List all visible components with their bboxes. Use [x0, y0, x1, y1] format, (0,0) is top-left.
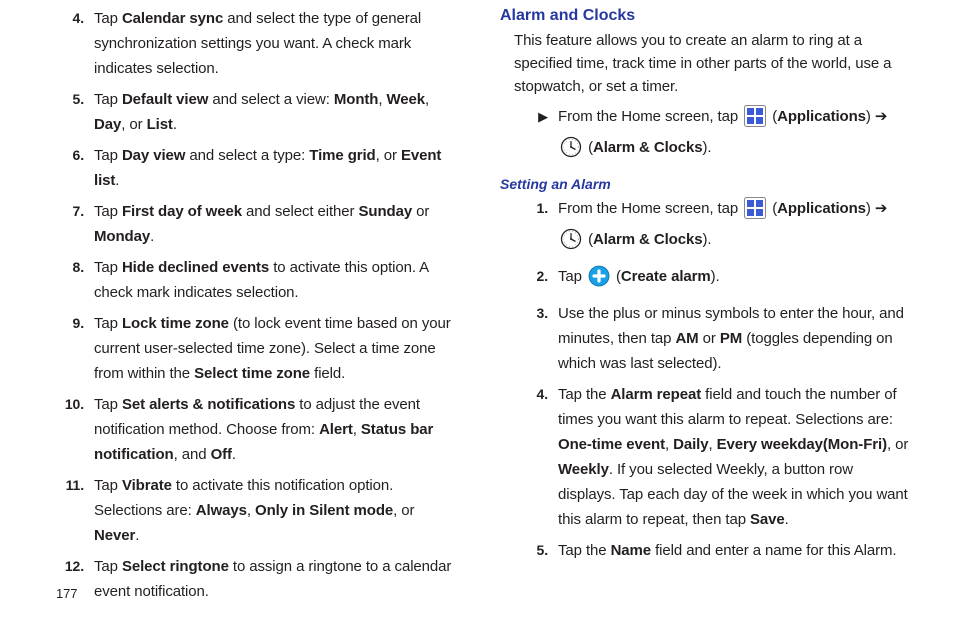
- top-step-body: From the Home screen, tap (Applications)…: [558, 104, 910, 166]
- list-item: 11.Tap Vibrate to activate this notifica…: [50, 473, 460, 548]
- bold-term: Hide declined events: [122, 259, 269, 276]
- bold-term: Monday: [94, 228, 150, 245]
- list-item: 12.Tap Select ringtone to assign a ringt…: [50, 554, 460, 604]
- right-column: Alarm and Clocks This feature allows you…: [500, 6, 910, 610]
- bold-term: Sunday: [358, 203, 412, 220]
- bold-term: Applications: [777, 200, 866, 217]
- bold-term: PM: [720, 330, 742, 347]
- bold-term: Set alerts & notifications: [122, 396, 295, 413]
- list-body: Tap Set alerts & notifications to adjust…: [94, 392, 460, 467]
- list-number: 7.: [50, 199, 94, 224]
- bold-term: Vibrate: [122, 477, 172, 494]
- list-number: 12.: [50, 554, 94, 579]
- bold-term: Status bar notification: [94, 421, 433, 463]
- list-item: 5.Tap Default view and select a view: Mo…: [50, 87, 460, 137]
- list-number: 2.: [514, 264, 558, 289]
- list-item: 8.Tap Hide declined events to activate t…: [50, 255, 460, 305]
- bold-term: Day: [94, 116, 121, 133]
- list-item: 3.Use the plus or minus symbols to enter…: [514, 301, 910, 376]
- list-item: 6.Tap Day view and select a type: Time g…: [50, 143, 460, 193]
- right-list: 1.From the Home screen, tap (Application…: [514, 196, 910, 563]
- list-number: 4.: [50, 6, 94, 31]
- bold-term: Lock time zone: [122, 315, 229, 332]
- bold-term: First day of week: [122, 203, 242, 220]
- bold-term: Day view: [122, 147, 185, 164]
- apps-icon: [744, 197, 766, 227]
- bold-term: One-time event: [558, 436, 665, 453]
- list-body: Tap Default view and select a view: Mont…: [94, 87, 460, 137]
- list-body: Use the plus or minus symbols to enter t…: [558, 301, 910, 376]
- bold-term: List: [147, 116, 173, 133]
- subsection-heading: Setting an Alarm: [500, 176, 910, 192]
- list-number: 5.: [50, 87, 94, 112]
- list-body: Tap Lock time zone (to lock event time b…: [94, 311, 460, 386]
- list-body: Tap Hide declined events to activate thi…: [94, 255, 460, 305]
- list-body: Tap Vibrate to activate this notificatio…: [94, 473, 460, 548]
- section-intro: This feature allows you to create an ala…: [514, 29, 910, 98]
- plus-icon: [588, 265, 610, 295]
- list-number: 5.: [514, 538, 558, 563]
- list-body: Tap the Name field and enter a name for …: [558, 538, 910, 563]
- list-number: 8.: [50, 255, 94, 280]
- bold-term: Save: [750, 511, 785, 528]
- list-item: 4.Tap Calendar sync and select the type …: [50, 6, 460, 81]
- bold-term: Alarm repeat: [611, 386, 702, 403]
- list-number: 4.: [514, 382, 558, 407]
- list-body: Tap Calendar sync and select the type of…: [94, 6, 460, 81]
- list-body: From the Home screen, tap (Applications)…: [558, 196, 910, 258]
- bold-term: Only in Silent mode: [255, 502, 393, 519]
- bold-term: Create alarm: [621, 268, 711, 285]
- list-item: 2.Tap (Create alarm).: [514, 264, 910, 295]
- play-bullet-icon: ▶: [514, 104, 558, 129]
- bold-term: Calendar sync: [122, 10, 223, 27]
- list-body: Tap Select ringtone to assign a ringtone…: [94, 554, 460, 604]
- bold-term: Weekly: [558, 461, 609, 478]
- bold-term: Default view: [122, 91, 208, 108]
- list-number: 3.: [514, 301, 558, 326]
- list-body: Tap First day of week and select either …: [94, 199, 460, 249]
- list-number: 10.: [50, 392, 94, 417]
- bold-term: AM: [675, 330, 698, 347]
- apps-icon: [744, 105, 766, 135]
- bold-term: Time grid: [309, 147, 375, 164]
- left-column: 4.Tap Calendar sync and select the type …: [50, 6, 460, 610]
- top-step-row: ▶ From the Home screen, tap (Application…: [514, 104, 910, 166]
- page-number: 177: [56, 586, 77, 601]
- list-body: Tap the Alarm repeat field and touch the…: [558, 382, 910, 532]
- list-body: Tap (Create alarm).: [558, 264, 910, 295]
- bold-term: Alarm & Clocks: [593, 139, 702, 156]
- bold-term: Name: [611, 542, 651, 559]
- bold-term: Alert: [319, 421, 353, 438]
- bold-term: Always: [196, 502, 247, 519]
- clock-icon: [560, 228, 582, 258]
- bold-term: Week: [386, 91, 425, 108]
- section-heading: Alarm and Clocks: [500, 7, 910, 25]
- bold-term: Never: [94, 527, 135, 544]
- list-item: 5.Tap the Name field and enter a name fo…: [514, 538, 910, 563]
- bold-term: Select ringtone: [122, 558, 229, 575]
- bold-term: Month: [334, 91, 378, 108]
- list-number: 1.: [514, 196, 558, 221]
- clock-icon: [560, 136, 582, 166]
- bold-term: Off: [211, 446, 232, 463]
- list-number: 9.: [50, 311, 94, 336]
- left-list: 4.Tap Calendar sync and select the type …: [50, 6, 460, 604]
- bold-term: Every weekday(Mon-Fri): [717, 436, 887, 453]
- list-number: 6.: [50, 143, 94, 168]
- list-item: 10.Tap Set alerts & notifications to adj…: [50, 392, 460, 467]
- list-number: 11.: [50, 473, 94, 498]
- list-item: 4.Tap the Alarm repeat field and touch t…: [514, 382, 910, 532]
- bold-term: Daily: [673, 436, 708, 453]
- page: 4.Tap Calendar sync and select the type …: [0, 0, 954, 610]
- bold-term: Select time zone: [194, 365, 310, 382]
- list-item: 9.Tap Lock time zone (to lock event time…: [50, 311, 460, 386]
- list-item: 7.Tap First day of week and select eithe…: [50, 199, 460, 249]
- bold-term: Alarm & Clocks: [593, 231, 702, 248]
- list-body: Tap Day view and select a type: Time gri…: [94, 143, 460, 193]
- list-item: 1.From the Home screen, tap (Application…: [514, 196, 910, 258]
- bold-term: Applications: [777, 108, 866, 125]
